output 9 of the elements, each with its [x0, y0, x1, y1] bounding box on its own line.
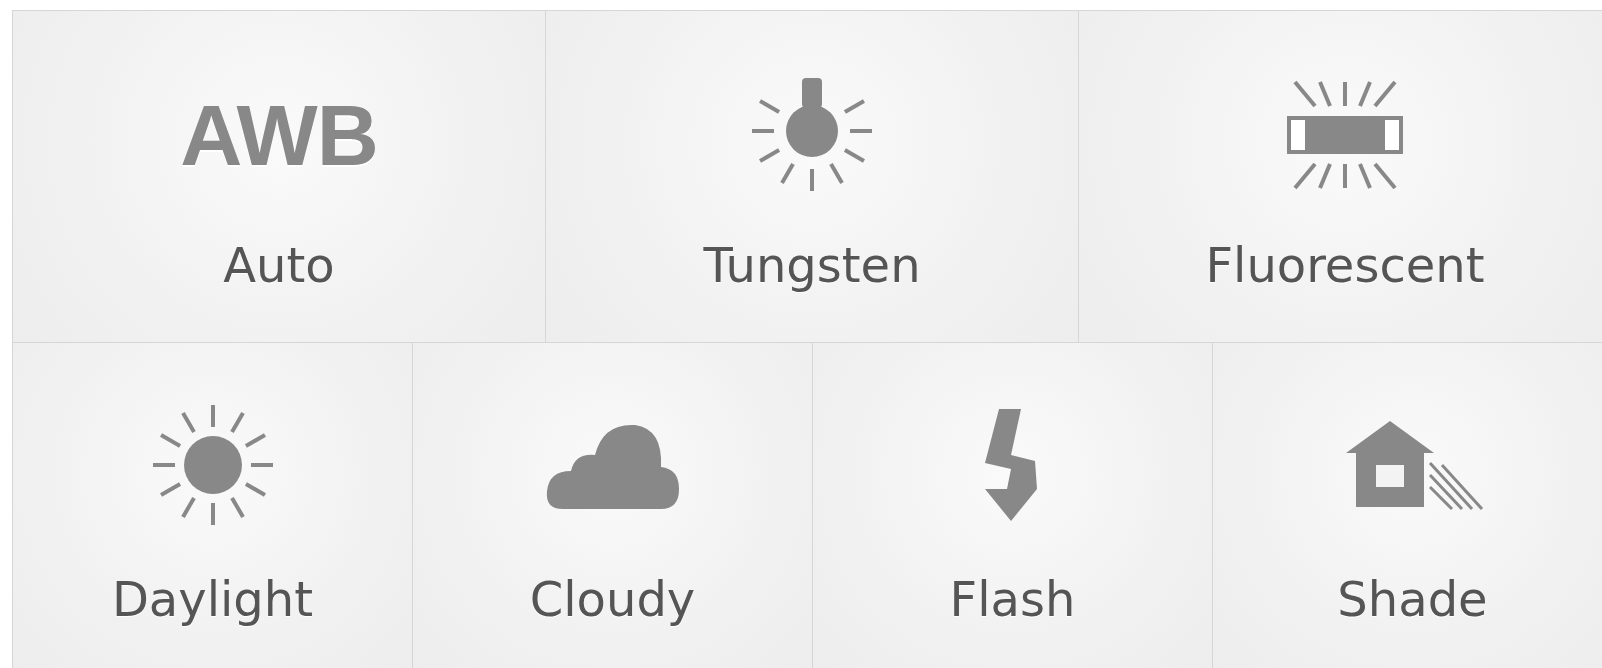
light-mode-button[interactable]: Daylight	[12, 342, 412, 668]
light-mode-button[interactable]: Fluorescent	[1078, 10, 1602, 342]
light-mode-button[interactable]: Shade	[1212, 342, 1602, 668]
light-mode-button[interactable]: AWB Auto	[12, 10, 545, 342]
awb-text: AWB	[180, 92, 378, 178]
light-mode-button[interactable]: Tungsten	[545, 10, 1078, 342]
light-mode-button[interactable]: Flash	[812, 342, 1212, 668]
tube-light-icon	[1285, 78, 1405, 192]
light-mode-button[interactable]: Cloudy	[412, 342, 812, 668]
